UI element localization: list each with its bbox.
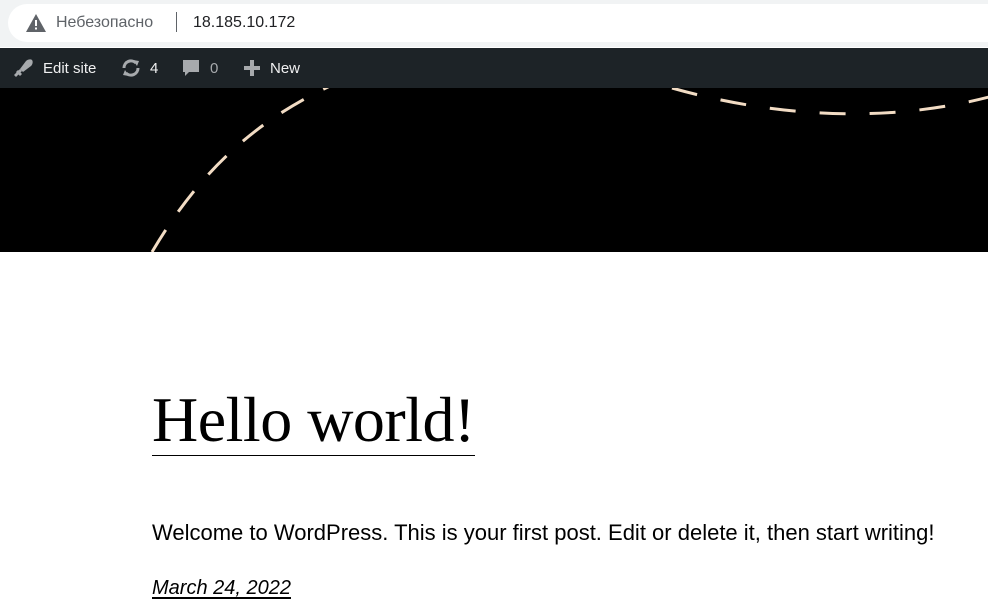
refresh-icon <box>120 57 142 79</box>
updates-count: 4 <box>150 59 159 77</box>
warning-icon[interactable] <box>25 13 47 33</box>
brush-icon <box>11 56 35 80</box>
divider <box>176 12 177 32</box>
omnibox[interactable]: Небезопасно 18.185.10.172 <box>8 4 988 42</box>
url-text[interactable]: 18.185.10.172 <box>193 14 295 32</box>
new-label: New <box>270 59 301 77</box>
comment-icon <box>181 58 201 78</box>
comments-count: 0 <box>210 59 219 77</box>
security-status-label[interactable]: Небезопасно <box>56 14 153 32</box>
edit-site-button[interactable]: Edit site <box>11 48 96 88</box>
comments-button[interactable]: 0 <box>181 48 218 88</box>
header-banner <box>0 88 988 252</box>
dashed-curve-decoration <box>150 88 988 252</box>
edit-site-label: Edit site <box>43 59 97 77</box>
post-date-link[interactable]: March 24, 2022 <box>152 577 291 600</box>
plus-icon <box>243 59 261 77</box>
updates-button[interactable]: 4 <box>120 48 158 88</box>
browser-address-bar: Небезопасно 18.185.10.172 <box>0 0 988 47</box>
new-content-button[interactable]: New <box>243 48 300 88</box>
post-title-link[interactable]: Hello world! <box>152 386 475 456</box>
post-excerpt: Welcome to WordPress. This is your first… <box>152 520 935 545</box>
wp-admin-bar: Edit site 4 0 New <box>0 48 988 88</box>
